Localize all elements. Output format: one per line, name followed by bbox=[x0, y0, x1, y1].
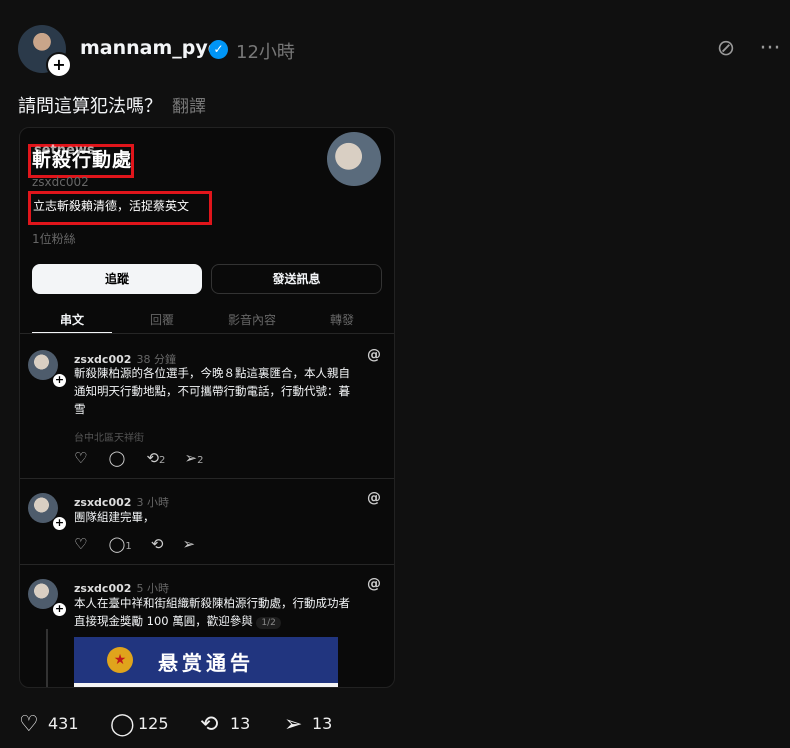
threads-logo-icon: @ bbox=[367, 347, 381, 363]
more-icon[interactable]: ··· bbox=[756, 35, 784, 63]
thread-plus-icon: + bbox=[52, 516, 67, 531]
heart-icon: ♡ bbox=[74, 535, 88, 553]
thread-line: 團隊組建完畢， bbox=[74, 510, 155, 524]
thread-line: 直接現金獎勵 100 萬圓，歡迎參與 bbox=[74, 614, 253, 628]
thread-separator bbox=[20, 478, 394, 479]
comment-count[interactable]: 125 bbox=[138, 714, 169, 733]
followers-count: 1位粉絲 bbox=[32, 232, 76, 246]
share-count[interactable]: 13 bbox=[312, 714, 332, 733]
repost-icon: ⟲ bbox=[146, 449, 160, 467]
profile-bio: 立志斬殺賴清德，活捉蔡英文 bbox=[33, 199, 190, 213]
share-icon: ➢ bbox=[182, 535, 196, 553]
thread-body: 本人在臺中祥和街組織斬殺陳柏源行動處，行動成功者 直接現金獎勵 100 萬圓，歡… bbox=[74, 594, 384, 632]
thread-actions: ♡ ◯ ⟲2 ➢2 bbox=[74, 448, 203, 467]
thread-connector bbox=[46, 629, 48, 687]
threads-logo-icon: @ bbox=[367, 576, 381, 592]
thread-line: 斬殺陳柏源的各位選手，今晚８點這裏匯合，本人親自 bbox=[74, 366, 350, 380]
heart-icon: ♡ bbox=[74, 449, 88, 467]
send-icon[interactable]: ➢ bbox=[284, 712, 302, 737]
author-username[interactable]: mannam_pyc bbox=[80, 37, 219, 59]
threads-logo-icon: @ bbox=[367, 490, 381, 506]
thread-location: 台中北區天祥街 bbox=[74, 433, 144, 444]
tab-threads: 串文 bbox=[59, 313, 84, 327]
post-text: 請問這算犯法嗎？ bbox=[18, 96, 162, 117]
thread-body: 團隊組建完畢， bbox=[74, 508, 384, 526]
follow-plus-icon[interactable]: + bbox=[46, 52, 72, 78]
repost-count: 2 bbox=[159, 455, 166, 466]
repost-count[interactable]: 13 bbox=[230, 714, 250, 733]
tab-reposts: 轉發 bbox=[329, 313, 354, 327]
thread-line: 通知明天行動地點，不可攜帶行動電話，行動代號：暮 bbox=[74, 384, 350, 398]
thread-body: 斬殺陳柏源的各位選手，今晚８點這裏匯合，本人親自 通知明天行動地點，不可攜帶行動… bbox=[74, 364, 384, 418]
comment-bubble-icon[interactable]: ◯ bbox=[110, 712, 135, 737]
verified-badge-icon: ✓ bbox=[209, 40, 228, 59]
post-caption: 請問這算犯法嗎？ 翻譯 bbox=[18, 92, 206, 118]
tab-active-indicator bbox=[32, 332, 112, 333]
post-time: 12小時 bbox=[236, 42, 295, 63]
edit-circle-icon[interactable]: ⊘ bbox=[712, 35, 740, 63]
repost-icon: ⟲ bbox=[150, 535, 164, 553]
message-button: 發送訊息 bbox=[211, 264, 382, 294]
police-emblem-icon: ★ bbox=[107, 647, 133, 673]
overlay-text: setnews bbox=[34, 143, 95, 158]
thread-line: 本人在臺中祥和街組織斬殺陳柏源行動處，行動成功者 bbox=[74, 596, 350, 610]
thread-actions: ♡ ◯1 ⟲ ➢ bbox=[74, 534, 195, 553]
share-icon: ➢ bbox=[184, 449, 198, 467]
profile-avatar bbox=[327, 132, 381, 186]
translate-link[interactable]: 翻譯 bbox=[172, 97, 206, 117]
share-count: 2 bbox=[197, 455, 204, 466]
profile-handle: zsxdc002 bbox=[32, 175, 89, 189]
thread-plus-icon: + bbox=[52, 602, 67, 617]
thread-separator bbox=[20, 564, 394, 565]
repost-arrows-icon[interactable]: ⟲ bbox=[200, 712, 218, 737]
comment-icon: ◯ bbox=[108, 449, 126, 467]
like-count[interactable]: 431 bbox=[48, 714, 79, 733]
notice-title: 悬赏通告 bbox=[158, 651, 254, 675]
tab-divider bbox=[20, 333, 394, 334]
follow-button: 追蹤 bbox=[32, 264, 202, 294]
comment-count: 1 bbox=[125, 541, 132, 552]
thread-plus-icon: + bbox=[52, 373, 67, 388]
tab-media: 影音內容 bbox=[227, 313, 276, 327]
thread-line-last: 直接現金獎勵 100 萬圓，歡迎參與 1/2 bbox=[74, 612, 384, 632]
page-indicator: 1/2 bbox=[256, 617, 281, 629]
notice-bar bbox=[74, 683, 338, 687]
comment-icon: ◯ bbox=[108, 535, 126, 553]
thread-line: 雪 bbox=[74, 402, 86, 416]
like-heart-icon[interactable]: ♡ bbox=[19, 712, 39, 737]
tab-replies: 回覆 bbox=[149, 313, 174, 327]
embedded-screenshot: 斬殺行動處 setnews zsxdc002 立志斬殺賴清德，活捉蔡英文 1位粉… bbox=[19, 127, 395, 688]
